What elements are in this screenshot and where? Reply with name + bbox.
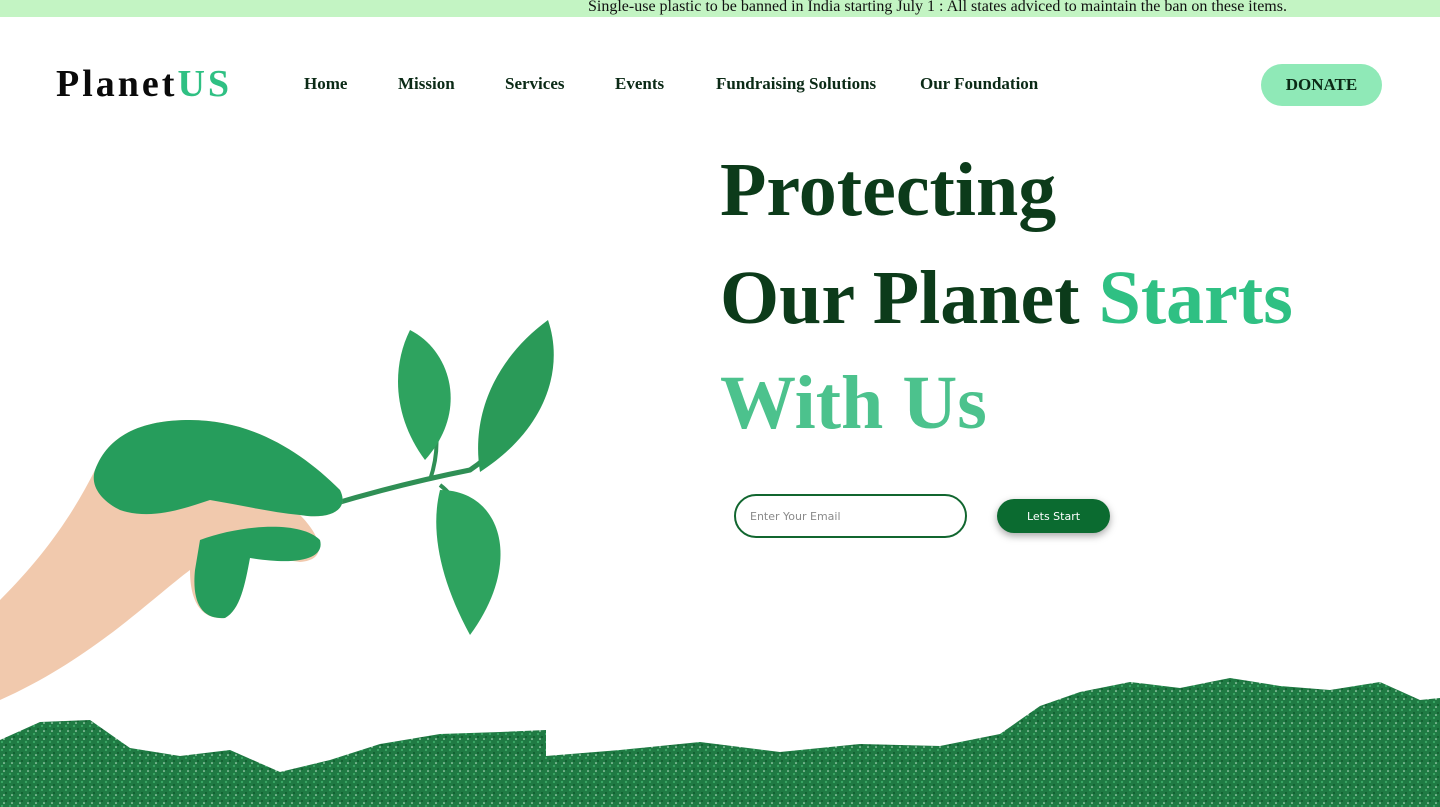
brand-logo-part1: Planet	[56, 63, 178, 105]
brand-logo-part2: US	[177, 63, 233, 105]
hand-leaf-image	[0, 320, 554, 700]
hero-title-line3: With Us	[720, 361, 987, 445]
hero-title-line1: Protecting	[720, 148, 1057, 232]
email-input[interactable]	[734, 494, 967, 538]
hero-title-line2-dark: Our Planet	[720, 256, 1080, 340]
nav-item-our-foundation[interactable]: Our Foundation	[920, 74, 1038, 94]
nav-item-events[interactable]: Events	[615, 74, 664, 94]
donate-button[interactable]: DONATE	[1261, 64, 1382, 106]
grass-strip-image	[0, 678, 1440, 807]
ticker-text: Single-use plastic to be banned in India…	[588, 0, 1287, 15]
brand-logo[interactable]: PlanetUS	[56, 62, 232, 106]
nav-item-services[interactable]: Services	[505, 74, 564, 94]
hero-title-line2-accent: Starts	[1098, 256, 1293, 340]
announcement-ticker: Single-use plastic to be banned in India…	[0, 0, 1440, 17]
nav-item-mission[interactable]: Mission	[398, 74, 455, 94]
hero-title-line2: Our Planet Starts	[720, 260, 1293, 336]
nav-item-home[interactable]: Home	[304, 74, 347, 94]
nav-item-fundraising-solutions[interactable]: Fundraising Solutions	[716, 74, 876, 94]
lets-start-button[interactable]: Lets Start	[997, 499, 1110, 533]
